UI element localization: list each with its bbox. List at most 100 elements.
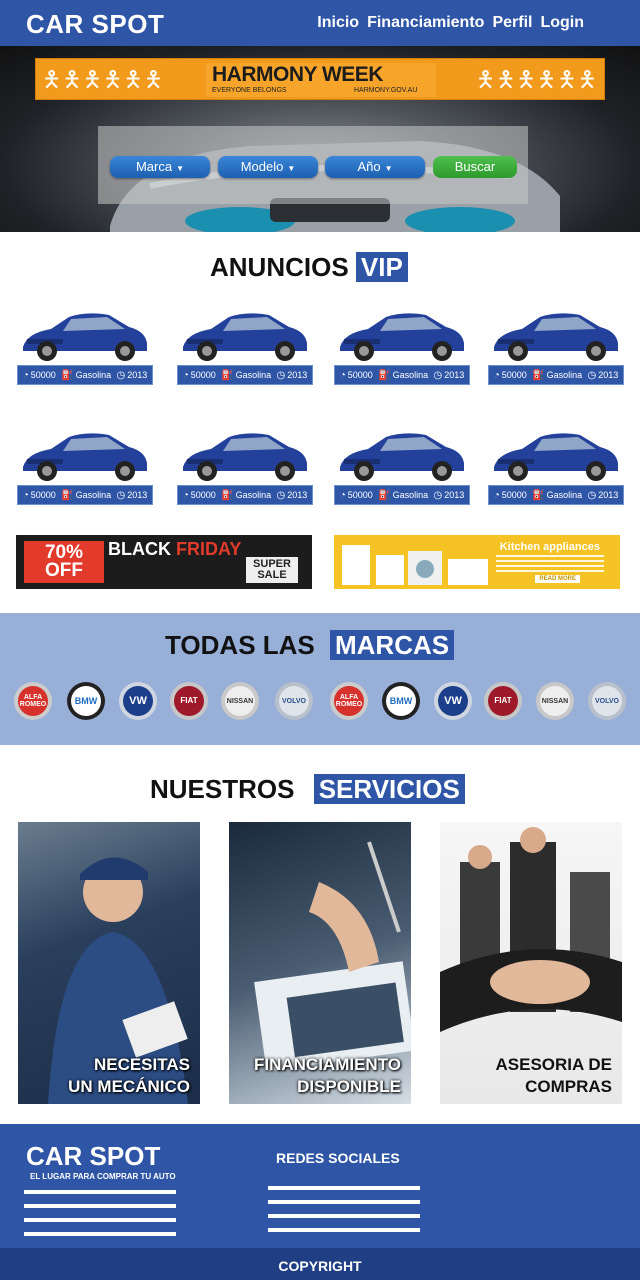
footer-brand: CAR SPOT (26, 1141, 161, 1171)
nav-financiamiento[interactable]: Financiamiento (367, 14, 484, 32)
banner-url: HARMONY.GOV.AU (354, 87, 418, 94)
listing-info-bar: ◔ 50000 ⛽ Gasolina ◷ 2013 (488, 485, 624, 505)
brand-logo-vw[interactable]: VW (119, 682, 157, 720)
listing-fuel-value: Gasolina (235, 490, 272, 500)
listing-year: ◷ 2013 (434, 490, 465, 501)
footer-link-placeholder[interactable] (24, 1218, 176, 1222)
vip-listing-card[interactable]: ◔ 50000 ⛽ Gasolina ◷ 2013 (488, 425, 628, 505)
kitchen-appliances-ad[interactable]: Kitchen appliances READ MORE (334, 535, 620, 589)
fuel-icon: ⛽ (221, 369, 234, 381)
brand-logo-nissan[interactable]: NISSAN (536, 682, 574, 720)
vip-listing-card[interactable]: ◔ 50000 ⛽ Gasolina ◷ 2013 (334, 425, 474, 505)
listing-fuel-value: Gasolina (392, 490, 429, 500)
black-friday-ad[interactable]: 70% OFF BLACK FRIDAY SUPER SALE (16, 535, 312, 589)
listing-year-value: 2013 (127, 490, 148, 500)
listing-km-value: 50000 (190, 490, 216, 500)
brand-logo-nissan[interactable]: NISSAN (221, 682, 259, 720)
listing-km-value: 50000 (30, 490, 56, 500)
speedometer-icon: ◔ (493, 369, 500, 381)
vip-listing-card[interactable]: ◔ 50000 ⛽ Gasolina ◷ 2013 (177, 305, 317, 385)
fuel-icon: ⛽ (221, 489, 234, 501)
fuel-icon: ⛽ (532, 369, 545, 381)
nav-perfil[interactable]: Perfil (492, 14, 532, 32)
footer-social-title: REDES SOCIALES (276, 1150, 400, 1166)
social-link-placeholder[interactable] (268, 1228, 420, 1232)
listing-info-bar: ◔ 50000 ⛽ Gasolina ◷ 2013 (334, 365, 470, 385)
search-button[interactable]: Buscar (433, 156, 517, 178)
main-nav: Inicio Financiamiento Perfil Login (317, 14, 584, 32)
fuel-icon: ⛽ (532, 489, 545, 501)
vip-listing-card[interactable]: ◔ 50000 ⛽ Gasolina ◷ 2013 (488, 305, 628, 385)
nav-login[interactable]: Login (540, 14, 584, 32)
listing-year: ◷ 2013 (588, 490, 619, 501)
listing-km: ◔ 50000 (23, 490, 56, 501)
vip-title-prefix: ANUNCIOS (210, 252, 349, 282)
top-navbar: CAR SPOT Inicio Financiamiento Perfil Lo… (0, 0, 640, 46)
filter-modelo-select[interactable]: Modelo ▼ (218, 156, 318, 178)
brand-logo-fiat[interactable]: FIAT (170, 682, 208, 720)
service-asesoria-line2: COMPRAS (525, 1077, 612, 1096)
service-mecanico-card[interactable]: NECESITAS UN MECÁNICO (18, 822, 200, 1104)
car-photo (340, 433, 464, 481)
listing-km-value: 50000 (501, 370, 527, 380)
brand-logo-volvo[interactable]: VOLVO (588, 682, 626, 720)
banner-title: HARMONY WEEK (212, 63, 383, 86)
vip-listing-card[interactable]: ◔ 50000 ⛽ Gasolina ◷ 2013 (334, 305, 474, 385)
brand-logo[interactable]: CAR SPOT (26, 9, 164, 40)
vip-listing-card[interactable]: ◔ 50000 ⛽ Gasolina ◷ 2013 (17, 425, 157, 505)
footer-link-placeholder[interactable] (24, 1232, 176, 1236)
listing-km: ◔ 50000 (183, 370, 216, 381)
filter-ano-select[interactable]: Año ▼ (325, 156, 425, 178)
footer-link-placeholder[interactable] (24, 1190, 176, 1194)
speedometer-icon: ◔ (493, 489, 500, 501)
listing-info-bar: ◔ 50000 ⛽ Gasolina ◷ 2013 (488, 365, 624, 385)
clock-icon: ◷ (116, 369, 126, 381)
brands-section-title: TODAS LAS MARCAS (165, 630, 455, 661)
service-asesoria-card[interactable]: ASESORIA DE COMPRAS (440, 822, 622, 1104)
banner-tagline: EVERYONE BELONGS (212, 87, 287, 94)
listing-year-value: 2013 (598, 370, 619, 380)
super-sale-badge: SUPER SALE (246, 557, 298, 583)
brand-logo-volvo[interactable]: VOLVO (275, 682, 313, 720)
brand-logo-label: NISSAN (226, 697, 254, 705)
clock-icon: ◷ (276, 489, 286, 501)
fuel-icon: ⛽ (61, 489, 74, 501)
service-financiamiento-card[interactable]: FINANCIAMIENTO DISPONIBLE (229, 822, 411, 1104)
appliances-image (342, 545, 488, 585)
listing-fuel: ⛽ Gasolina (221, 490, 271, 501)
brand-logo-label: BMW (74, 695, 98, 706)
brand-logo-label: FIAT (180, 696, 198, 705)
service-financiamiento-line1: FINANCIAMIENTO (253, 1055, 401, 1074)
brand-logo-vw[interactable]: VW (434, 682, 472, 720)
social-link-placeholder[interactable] (268, 1200, 420, 1204)
filter-modelo-label: Modelo (240, 159, 284, 174)
listing-fuel-value: Gasolina (75, 370, 112, 380)
listing-year-value: 2013 (598, 490, 619, 500)
listing-fuel: ⛽ Gasolina (378, 490, 428, 501)
vip-listing-card[interactable]: ◔ 50000 ⛽ Gasolina ◷ 2013 (17, 305, 157, 385)
brand-logo-fiat[interactable]: FIAT (484, 682, 522, 720)
footer-link-placeholder[interactable] (24, 1204, 176, 1208)
vip-listing-card[interactable]: ◔ 50000 ⛽ Gasolina ◷ 2013 (177, 425, 317, 505)
clock-icon: ◷ (587, 369, 597, 381)
harmony-week-banner[interactable]: 🯅🯅🯅🯅🯅🯅 HARMONY WEEK EVERYONE BELONGS HAR… (35, 58, 605, 100)
social-link-placeholder[interactable] (268, 1186, 420, 1190)
brand-logo-bmw[interactable]: BMW (382, 682, 420, 720)
nav-inicio[interactable]: Inicio (317, 14, 359, 32)
vip-title-highlight: VIP (355, 252, 408, 282)
speedometer-icon: ◔ (339, 489, 346, 501)
listing-year: ◷ 2013 (588, 370, 619, 381)
brand-logo-alfa-romeo[interactable]: ALFA ROMEO (14, 682, 52, 720)
listing-km-value: 50000 (347, 370, 373, 380)
people-figures-right-icon: 🯅🯅🯅🯅🯅🯅 (475, 67, 598, 92)
listing-km: ◔ 50000 (23, 370, 56, 381)
brand-logo-label: VW (129, 694, 147, 707)
read-more-button[interactable]: READ MORE (535, 575, 580, 583)
brand-logo-alfa-romeo[interactable]: ALFA ROMEO (330, 682, 368, 720)
filter-marca-select[interactable]: Marca ▼ (110, 156, 210, 178)
chevron-down-icon: ▼ (384, 164, 393, 173)
service-asesoria-caption: ASESORIA DE COMPRAS (495, 1054, 612, 1098)
service-mecanico-caption: NECESITAS UN MECÁNICO (68, 1054, 190, 1098)
brand-logo-bmw[interactable]: BMW (67, 682, 105, 720)
social-link-placeholder[interactable] (268, 1214, 420, 1218)
